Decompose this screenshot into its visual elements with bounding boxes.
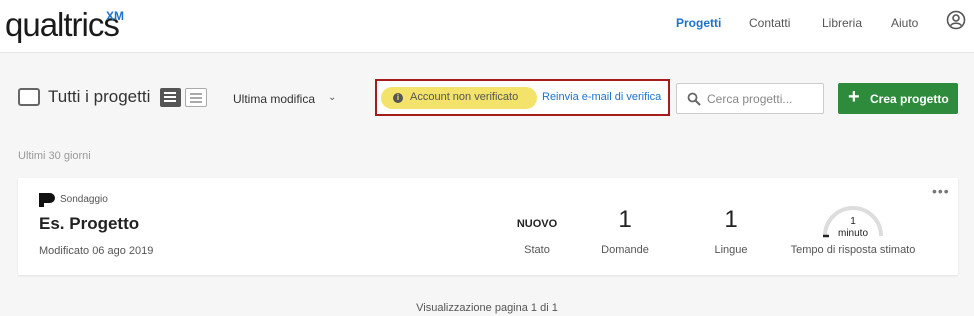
list-view-icon[interactable] [185,88,207,107]
search-box[interactable] [676,83,824,114]
unverified-label: Account non verificato [410,91,519,103]
card-view-icon[interactable] [160,88,181,107]
top-navigation: qualtrics XM Progetti Contatti Libreria … [0,0,974,53]
create-project-button[interactable]: + Crea progetto [838,83,958,114]
more-options-icon[interactable]: ••• [932,183,950,199]
response-time-value: 1 [850,216,856,227]
create-project-label: Crea progetto [870,92,949,106]
status-label: Stato [524,244,550,256]
project-name[interactable]: Es. Progetto [39,214,139,234]
status-value: NUOVO [516,218,558,230]
info-icon: i [393,93,403,103]
questions-label: Domande [601,244,649,256]
questions-count: 1 [618,206,632,233]
project-type: Sondaggio [60,194,108,205]
sort-dropdown[interactable]: Ultima modifica [233,92,315,106]
response-time-label: Tempo di risposta stimato [790,244,916,256]
nav-progetti[interactable]: Progetti [676,16,721,30]
plus-icon: + [848,86,860,108]
period-heading: Ultimi 30 giorni [18,150,91,162]
project-modified-date: Modificato 06 ago 2019 [39,245,154,257]
account-icon[interactable] [946,10,966,30]
search-icon [687,92,701,106]
folder-icon[interactable] [18,88,40,106]
qualtrics-logo[interactable]: qualtrics [5,8,120,41]
resend-verification-link[interactable]: Reinvia e-mail di verifica [542,91,661,103]
project-card[interactable]: Sondaggio Es. Progetto Modificato 06 ago… [18,178,958,275]
languages-label: Lingue [714,244,748,256]
nav-aiuto[interactable]: Aiuto [891,16,918,30]
logo-xm-mark: XM [106,9,124,23]
folder-title[interactable]: Tutti i progetti [48,87,150,107]
verification-notice: i Account non verificato Reinvia e-mail … [375,79,670,116]
response-time-unit: minuto [837,228,868,239]
search-input[interactable] [707,90,819,108]
chevron-down-icon[interactable]: ⌄ [328,92,336,103]
unverified-badge: i Account non verificato [381,87,537,109]
languages-count: 1 [724,206,738,233]
nav-contatti[interactable]: Contatti [749,16,790,30]
survey-icon [39,193,55,207]
pagination-status: Visualizzazione pagina 1 di 1 [416,302,558,314]
nav-libreria[interactable]: Libreria [822,16,862,30]
